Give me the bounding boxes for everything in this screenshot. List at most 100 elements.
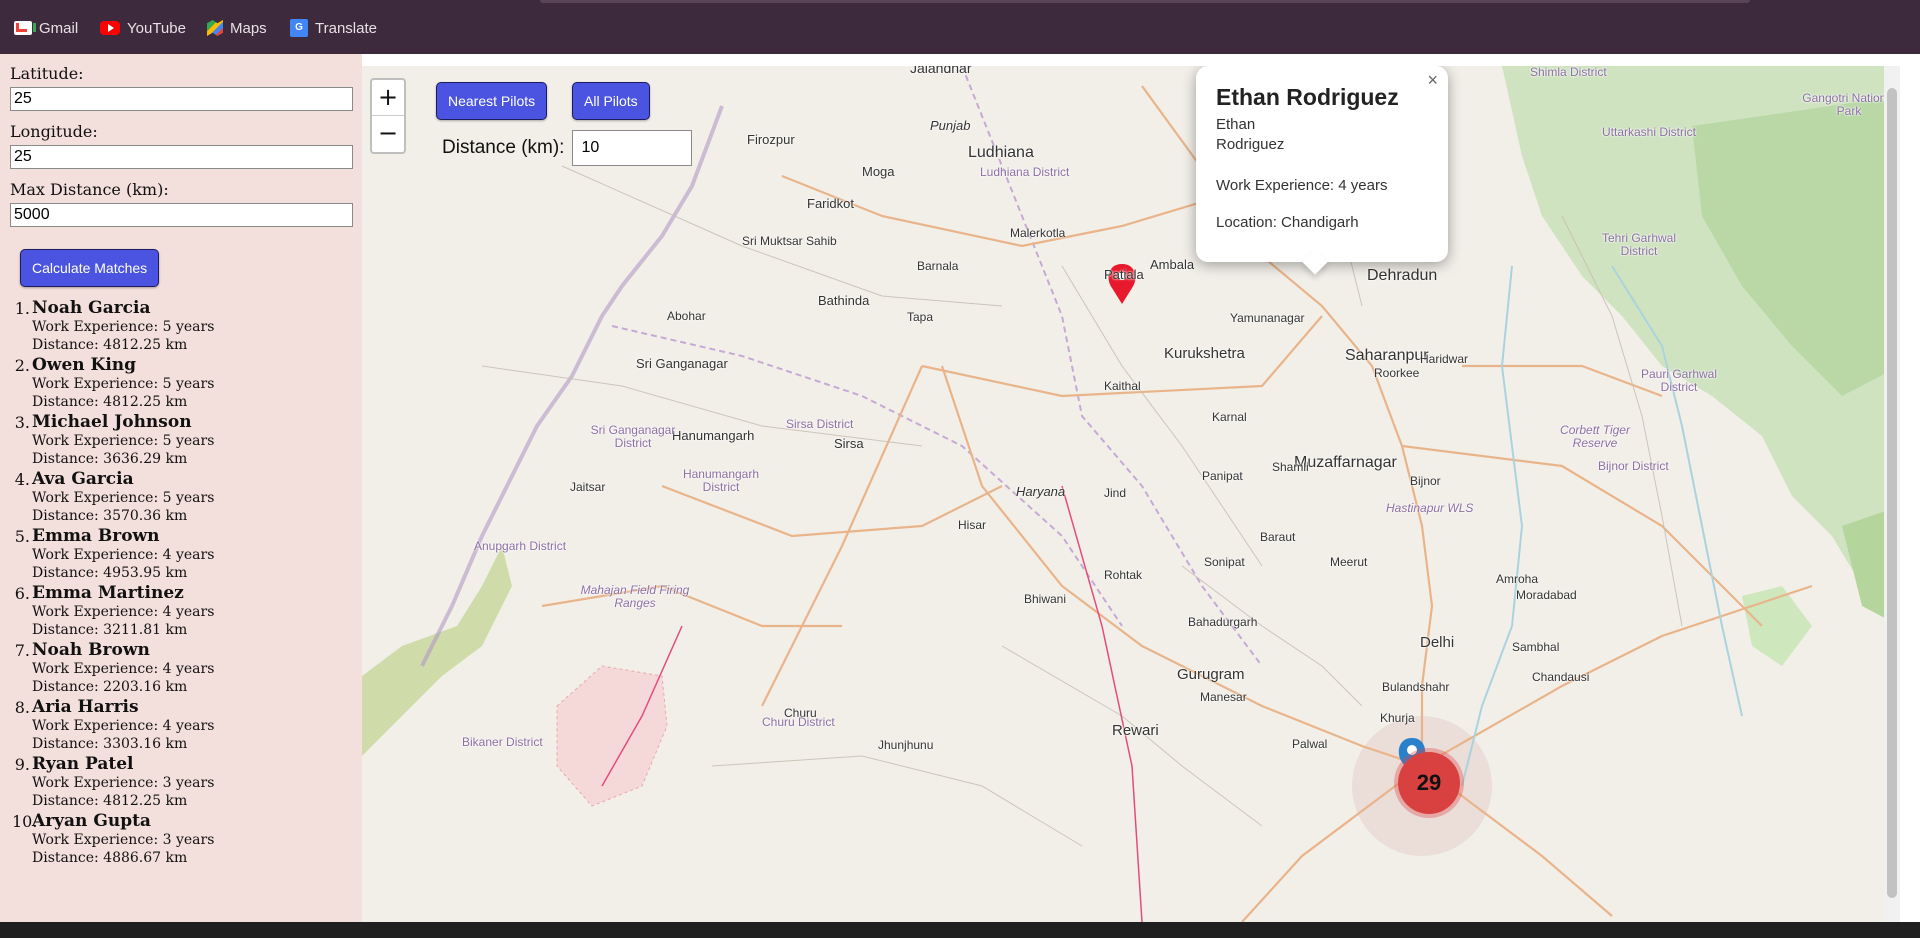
pilot-distance: Distance: 4953.95 km <box>32 565 188 581</box>
map-place-label: Bhiwani <box>1024 592 1067 606</box>
pilot-distance: Distance: 4812.25 km <box>32 793 188 809</box>
map-tiles <box>362 66 1900 922</box>
scrollbar-thumb[interactable] <box>1887 88 1897 898</box>
map-place-label: Sambhal <box>1512 640 1560 654</box>
pilot-distance: Distance: 3636.29 km <box>32 451 188 467</box>
pilot-experience: Work Experience: 4 years <box>32 718 215 734</box>
map-place-label: Ludhiana District <box>980 165 1070 179</box>
pilot-distance: Distance: 2203.16 km <box>32 679 188 695</box>
list-item: 10. Aryan Gupta Work Experience: 3 years Di… <box>10 811 352 867</box>
pilot-experience: Work Experience: 4 years <box>32 547 215 563</box>
map-place-label: Ambala <box>1150 257 1195 272</box>
map-place-label: Roorkee <box>1374 366 1420 380</box>
list-number: 8. <box>14 698 30 717</box>
bookmark-label: Maps <box>230 19 267 37</box>
marker-cluster[interactable]: 29 <box>1398 752 1460 814</box>
pilot-experience: Work Experience: 5 years <box>32 376 215 392</box>
pilot-distance: Distance: 3303.16 km <box>32 736 188 752</box>
popup-pilot-name: Ethan Rodriguez <box>1216 84 1399 110</box>
list-number: 5. <box>14 527 30 546</box>
map-place-label: Gurugram <box>1177 666 1245 683</box>
bookmark-maps[interactable]: Maps <box>207 17 267 39</box>
pilot-experience: Work Experience: 4 years <box>32 661 215 677</box>
map-place-label: Barnala <box>917 259 959 273</box>
map-place-label: Moradabad <box>1516 588 1577 602</box>
map-place-label: Jalandhar <box>910 66 972 76</box>
distance-label: Distance (km): <box>442 137 565 158</box>
pilot-name: Aria Harris <box>32 697 139 717</box>
map-place-label: Bikaner District <box>462 735 543 749</box>
zoom-in-button[interactable]: + <box>372 80 404 116</box>
list-number: 6. <box>14 584 30 603</box>
taskbar <box>0 922 1920 938</box>
calculate-matches-button[interactable]: Calculate Matches <box>20 249 160 287</box>
pilot-name: Ryan Patel <box>32 754 134 774</box>
nearest-pilots-button[interactable]: Nearest Pilots <box>436 82 548 120</box>
map-place-label: Malerkotla <box>1010 226 1066 240</box>
pilot-distance: Distance: 4812.25 km <box>32 394 188 410</box>
longitude-input[interactable] <box>10 145 353 169</box>
list-item: 9. Ryan Patel Work Experience: 3 years Dist… <box>10 754 352 810</box>
map-place-label: Kaithal <box>1104 379 1141 393</box>
map-place-label: Panipat <box>1202 469 1243 483</box>
max-distance-label: Max Distance (km): <box>10 180 169 199</box>
pilot-name: Aryan Gupta <box>32 811 151 831</box>
pilot-image: Ethan Rodriguez <box>1216 116 1285 153</box>
map-place-label: Kurukshetra <box>1164 345 1245 362</box>
zoom-out-button[interactable]: − <box>372 116 404 152</box>
page-scrollbar[interactable] <box>1884 66 1900 922</box>
close-icon[interactable]: × <box>1427 70 1438 91</box>
pilot-distance: Distance: 3211.81 km <box>32 622 188 638</box>
map-place-label: Baraut <box>1260 530 1296 544</box>
map-place-label: Ludhiana <box>968 144 1034 161</box>
popup-experience: Work Experience: 4 years <box>1216 177 1388 194</box>
distance-filter: Distance (km): <box>442 130 693 166</box>
max-distance-input[interactable] <box>10 203 353 227</box>
map-place-label: Amroha <box>1496 572 1539 586</box>
pilot-name: Emma Martinez <box>32 583 184 603</box>
map-place-label: Bathinda <box>818 293 870 308</box>
map-place-label: Bahadurgarh <box>1188 615 1258 629</box>
map-place-label: Hanumangarh District <box>682 467 760 495</box>
pilot-distance: Distance: 3570.36 km <box>32 508 188 524</box>
distance-input[interactable] <box>572 130 693 166</box>
map-place-label: Jaitsar <box>570 480 606 494</box>
all-pilots-button[interactable]: All Pilots <box>572 82 650 120</box>
zoom-control: + − <box>370 78 406 154</box>
map-place-label: Sirsa District <box>786 417 854 431</box>
bookmark-label: YouTube <box>127 19 186 37</box>
bookmark-youtube[interactable]: YouTube <box>100 17 186 39</box>
map-place-label: Sri Ganganagar District <box>590 423 676 451</box>
map-place-label: Firozpur <box>747 132 795 147</box>
bookmark-translate[interactable]: G Translate <box>290 17 377 39</box>
pilot-experience: Work Experience: 5 years <box>32 433 215 449</box>
sidebar: Latitude: Longitude: Max Distance (km): … <box>0 54 362 922</box>
pilot-distance: Distance: 4886.67 km <box>32 850 188 866</box>
map-place-label: Karnal <box>1212 410 1247 424</box>
map-place-label: Haridwar <box>1420 352 1469 366</box>
map-place-label: Faridkot <box>807 196 854 211</box>
translate-icon: G <box>290 19 308 37</box>
bookmark-label: Translate <box>315 19 377 37</box>
bookmark-gmail[interactable]: Gmail <box>14 17 78 39</box>
pilot-popup: × Ethan Rodriguez Ethan Rodriguez Work E… <box>1196 66 1448 275</box>
map-place-label: Hastinapur WLS <box>1386 501 1474 515</box>
map-place-label: Jind <box>1104 486 1127 500</box>
list-item: 7. Noah Brown Work Experience: 4 years Dist… <box>10 640 352 696</box>
map-place-label: Abohar <box>667 309 706 323</box>
tab-strip <box>540 0 1750 3</box>
bookmark-label: Gmail <box>39 19 79 37</box>
list-number: 3. <box>14 413 30 432</box>
list-number: 10. <box>12 812 38 831</box>
map-place-label: Punjab <box>930 118 971 133</box>
map-place-label: Dehradun <box>1367 267 1438 284</box>
map-place-label: Delhi <box>1420 634 1455 651</box>
pilot-experience: Work Experience: 3 years <box>32 775 215 791</box>
map-place-label: Rewari <box>1112 722 1159 739</box>
map-place-label: Sri Muktsar Sahib <box>742 234 837 248</box>
list-item: 2. Owen King Work Experience: 5 years Dista… <box>10 355 352 411</box>
map-place-label: Palwal <box>1292 737 1328 751</box>
latitude-input[interactable] <box>10 87 353 111</box>
map-place-label: Shimla District <box>1530 66 1607 79</box>
map-view[interactable]: Jalandhar Ludhiana Moga Firozpur Faridkot Sri… <box>362 66 1900 922</box>
